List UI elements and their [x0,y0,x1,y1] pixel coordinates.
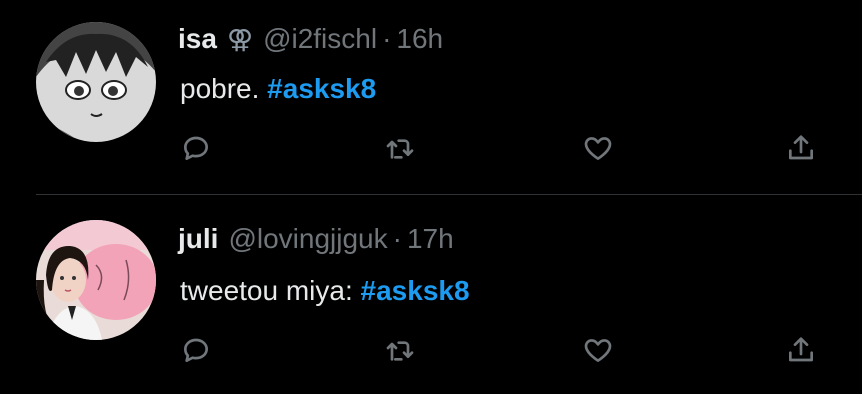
avatar[interactable] [36,22,156,142]
hashtag-link[interactable]: #asksk8 [267,73,376,104]
tweet[interactable]: juli @lovingjjguk · 17h tweetou miya: #a… [0,196,862,394]
retweet-button[interactable] [382,131,418,165]
heart-icon [584,339,612,362]
reply-icon [184,338,208,362]
tweet-header: isa ⚢ @i2fischl · 16h [178,22,443,56]
share-icon [789,135,813,160]
profile-symbol: ⚢ [226,24,254,54]
tweet-actions [178,333,828,367]
tweet-text: tweetou miya: #asksk8 [180,273,470,309]
reply-icon [184,136,208,160]
retweet-icon [386,139,414,159]
tweet-text: pobre. #asksk8 [180,71,376,107]
tweet-text-content: pobre. [180,73,268,104]
avatar[interactable] [36,220,156,340]
tweet-header: juli @lovingjjguk · 17h [178,222,454,256]
reply-button[interactable] [178,333,214,367]
separator-dot: · [392,223,402,254]
timestamp[interactable]: 17h [407,222,454,256]
user-handle[interactable]: @i2fischl [263,22,377,56]
user-handle[interactable]: @lovingjjguk [228,222,387,256]
retweet-button[interactable] [382,333,418,367]
heart-icon [584,137,612,160]
retweet-icon [386,341,414,361]
display-name[interactable]: juli [178,222,218,256]
tweet-divider [36,194,862,195]
manga-avatar-image [36,22,156,142]
tweet-text-content: tweetou miya: [180,275,361,306]
like-button[interactable] [580,333,616,367]
separator-dot: · [382,23,392,54]
hashtag-link[interactable]: #asksk8 [361,275,470,306]
photo-avatar-image [36,220,156,340]
tweet-actions [178,131,828,165]
display-name[interactable]: isa [178,22,217,56]
like-button[interactable] [580,131,616,165]
share-button[interactable] [783,333,819,367]
share-button[interactable] [783,131,819,165]
reply-button[interactable] [178,131,214,165]
share-icon [789,337,813,362]
timestamp[interactable]: 16h [396,22,443,56]
tweet[interactable]: isa ⚢ @i2fischl · 16h pobre. #asksk8 [0,0,862,195]
